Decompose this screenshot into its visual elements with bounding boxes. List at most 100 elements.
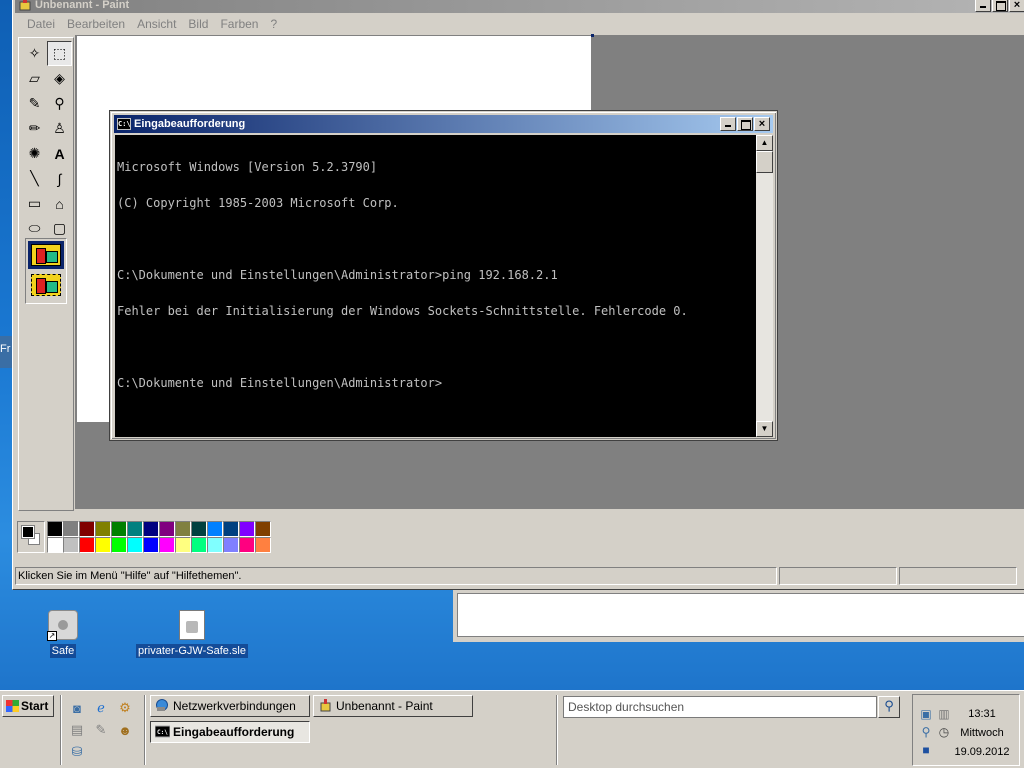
scroll-down-button[interactable]: ▼ xyxy=(756,421,773,437)
scroll-thumb[interactable] xyxy=(756,151,773,173)
search-tray-icon[interactable]: ⚲ xyxy=(917,723,935,741)
task-eingabeaufforderung[interactable]: C:\ Eingabeaufforderung xyxy=(150,721,310,743)
users-icon[interactable]: ☻ xyxy=(116,721,134,739)
tool-polygon[interactable]: ⌂ xyxy=(47,191,72,216)
cmd-close-button[interactable]: × xyxy=(754,117,770,131)
tool-pencil[interactable]: ✏ xyxy=(22,116,47,141)
peek-text: Fr xyxy=(0,343,11,355)
background-window-peek[interactable]: Fr xyxy=(0,336,12,368)
tools-icon[interactable]: ✎ xyxy=(92,721,110,739)
paint-close-button[interactable]: × xyxy=(1009,0,1024,12)
tool-fill-bucket[interactable]: ◈ xyxy=(47,66,72,91)
internet-explorer-icon[interactable]: ℯ xyxy=(92,699,110,717)
search-icon[interactable]: ⚲ xyxy=(878,696,900,718)
color-swatch[interactable] xyxy=(239,537,255,553)
paint-minimize-button[interactable] xyxy=(975,0,991,12)
color-swatch[interactable] xyxy=(239,521,255,537)
color-swatch[interactable] xyxy=(223,521,239,537)
clock-day: Mittwoch xyxy=(960,727,1004,739)
color-swatch[interactable] xyxy=(255,537,271,553)
rounded-rect-icon: ▢ xyxy=(52,220,67,236)
menu-bearbeiten[interactable]: Bearbeiten xyxy=(61,15,131,33)
cmd-maximize-button[interactable] xyxy=(737,117,753,131)
cmd-window[interactable]: C:\ Eingabeaufforderung × Microsoft Wind… xyxy=(109,110,778,441)
color-swatch[interactable] xyxy=(79,537,95,553)
network-status-icon[interactable]: ▣ xyxy=(917,705,935,723)
tool-eraser[interactable]: ▱ xyxy=(22,66,47,91)
color-swatch[interactable] xyxy=(63,521,79,537)
desktop-icon-safe[interactable]: ↗ Safe xyxy=(40,610,86,658)
color-swatch[interactable] xyxy=(143,521,159,537)
paint-menubar: Datei Bearbeiten Ansicht Bild Farben ? xyxy=(21,15,283,33)
line-icon: ╲ xyxy=(30,170,39,186)
opaque-option[interactable] xyxy=(28,241,64,269)
color-swatch[interactable] xyxy=(175,537,191,553)
scroll-up-button[interactable]: ▲ xyxy=(756,135,773,151)
color-swatch[interactable] xyxy=(111,537,127,553)
show-desktop-icon[interactable]: ◙ xyxy=(68,699,86,717)
color-swatch[interactable] xyxy=(127,521,143,537)
cmd-minimize-button[interactable] xyxy=(720,117,736,131)
color-swatch[interactable] xyxy=(127,537,143,553)
paint-toolbox: ✧ ⬚ ▱ ◈ ✎ ⚲ ✏ ♙ ✺ A ╲ ∫ ▭ ⌂ ⬭ ▢ xyxy=(18,37,74,511)
paint-maximize-button[interactable] xyxy=(992,0,1008,12)
menu-bild[interactable]: Bild xyxy=(182,15,214,33)
resize-handle[interactable] xyxy=(591,34,594,37)
tool-airbrush[interactable]: ✺ xyxy=(22,141,47,166)
console-line: Fehler bei der Initialisierung der Windo… xyxy=(117,304,688,318)
color-swatch[interactable] xyxy=(207,521,223,537)
desktop-search-input[interactable]: Desktop durchsuchen xyxy=(563,696,877,718)
color-swatch[interactable] xyxy=(79,521,95,537)
tool-free-select[interactable]: ✧ xyxy=(22,41,47,66)
color-swatch[interactable] xyxy=(159,537,175,553)
color-swatch[interactable] xyxy=(159,521,175,537)
color-swatch[interactable] xyxy=(111,521,127,537)
color-swatch[interactable] xyxy=(191,521,207,537)
color-swatch[interactable] xyxy=(255,521,271,537)
tool-rectangle[interactable]: ▭ xyxy=(22,191,47,216)
color-swatch[interactable] xyxy=(175,521,191,537)
current-colors[interactable] xyxy=(17,521,45,553)
background-window[interactable] xyxy=(453,590,1024,642)
cmd-title-bar[interactable]: C:\ Eingabeaufforderung × xyxy=(114,115,773,133)
menu-ansicht[interactable]: Ansicht xyxy=(131,15,182,33)
color-swatch[interactable] xyxy=(191,537,207,553)
tool-line[interactable]: ╲ xyxy=(22,166,47,191)
taskbar-separator xyxy=(556,695,558,765)
color-swatch[interactable] xyxy=(143,537,159,553)
start-button[interactable]: Start xyxy=(2,695,54,717)
tool-magnifier[interactable]: ⚲ xyxy=(47,91,72,116)
menu-datei[interactable]: Datei xyxy=(21,15,61,33)
color-swatch[interactable] xyxy=(95,521,111,537)
color-swatch[interactable] xyxy=(47,521,63,537)
clock[interactable]: 13:31 Mittwoch 19.09.2012 xyxy=(951,705,1013,762)
server-icon[interactable]: ▤ xyxy=(68,721,86,739)
console-output[interactable]: Microsoft Windows [Version 5.2.3790] (C)… xyxy=(115,135,756,437)
tool-brush[interactable]: ♙ xyxy=(47,116,72,141)
task-paint[interactable]: Unbenannt - Paint xyxy=(313,695,473,717)
task-netzwerkverbindungen[interactable]: Netzwerkverbindungen xyxy=(150,695,310,717)
tool-curve[interactable]: ∫ xyxy=(47,166,72,191)
network-drive-icon[interactable]: ⛁ xyxy=(68,743,86,761)
cmd-icon: C:\ xyxy=(155,725,170,738)
color-swatch[interactable] xyxy=(63,537,79,553)
tool-text[interactable]: A xyxy=(47,141,72,166)
paint-statusbar: Klicken Sie im Menü "Hilfe" auf "Hilfeth… xyxy=(15,565,1024,587)
network-icon xyxy=(156,699,168,711)
desktop-icon-sle-file[interactable]: privater-GJW-Safe.sle xyxy=(134,610,250,658)
transparent-option[interactable] xyxy=(28,271,64,299)
color-swatch[interactable] xyxy=(47,537,63,553)
pencil-icon: ✏ xyxy=(28,120,41,136)
clock-time: 13:31 xyxy=(968,708,996,720)
color-swatch[interactable] xyxy=(223,537,239,553)
menu-farben[interactable]: Farben xyxy=(214,15,264,33)
paint-title-bar[interactable]: Unbenannt - Paint × xyxy=(15,0,1024,13)
color-swatch[interactable] xyxy=(207,537,223,553)
tray-app-icon[interactable]: ■ xyxy=(917,741,935,759)
color-swatch[interactable] xyxy=(95,537,111,553)
tool-rect-select[interactable]: ⬚ xyxy=(47,41,72,66)
cmd-scrollbar[interactable]: ▲ ▼ xyxy=(756,135,773,437)
app-launch-icon[interactable]: ⚙ xyxy=(116,699,134,717)
tool-color-picker[interactable]: ✎ xyxy=(22,91,47,116)
menu-hilfe[interactable]: ? xyxy=(264,15,283,33)
